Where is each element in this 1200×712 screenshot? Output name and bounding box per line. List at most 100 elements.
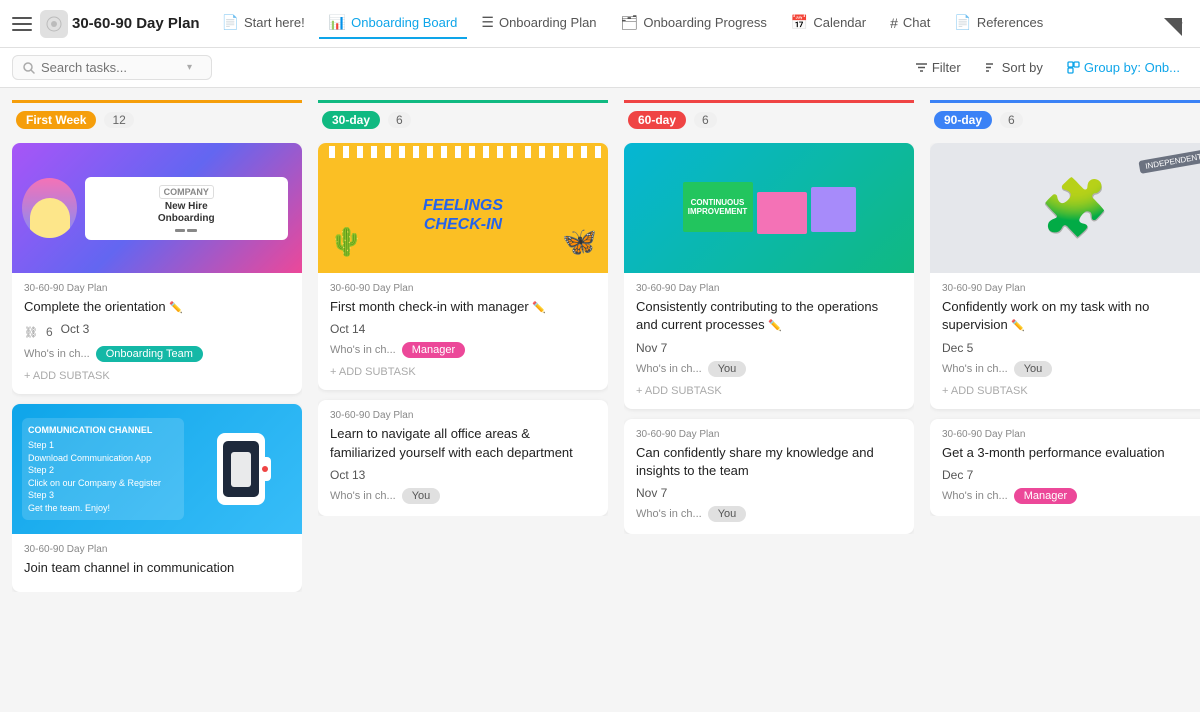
card-meta-6: 30-60-90 Day Plan xyxy=(636,429,902,440)
card-body-6: 30-60-90 Day Plan Can confidently share … xyxy=(624,419,914,534)
column-90day: 90-day 6 🧩 INDEPENDENT 30-60-90 Day Plan xyxy=(930,100,1200,700)
column-30day: 30-day 6 FEELINGSCHECK-IN 🌵 🦋 30-60-90 D… xyxy=(318,100,608,700)
col-badge-first-week: First Week xyxy=(16,111,96,129)
card-work-independently: 🧩 INDEPENDENT 30-60-90 Day Plan Confiden… xyxy=(930,143,1200,409)
col-count-90day: 6 xyxy=(1000,112,1023,128)
card-body-3: 30-60-90 Day Plan First month check-in w… xyxy=(318,273,608,390)
card-who-4: Who's in ch... xyxy=(330,490,396,502)
card-who-7: Who's in ch... xyxy=(942,363,1008,375)
card-footer-8: Who's in ch... Manager xyxy=(942,488,1200,504)
card-share-knowledge: 30-60-90 Day Plan Can confidently share … xyxy=(624,419,914,534)
card-title-7: Confidently work on my task with no supe… xyxy=(942,298,1200,335)
cards-list-30day: FEELINGSCHECK-IN 🌵 🦋 30-60-90 Day Plan F… xyxy=(318,143,608,516)
card-title-8: Get a 3-month performance evaluation xyxy=(942,444,1200,462)
plan-icon: ☰ xyxy=(481,14,494,31)
card-footer-6: Who's in ch... You xyxy=(636,506,902,522)
card-footer-3: Who's in ch... Manager xyxy=(330,342,596,358)
card-title-2: Join team channel in communication xyxy=(24,559,290,577)
card-meta-3: 30-60-90 Day Plan xyxy=(330,283,596,294)
card-badge-4: You xyxy=(402,488,441,504)
sort-icon xyxy=(985,61,998,74)
card-date-5: Nov 7 xyxy=(636,341,902,355)
app-icon xyxy=(40,10,68,38)
search-input[interactable] xyxy=(41,60,181,75)
card-body-7: 30-60-90 Day Plan Confidently work on my… xyxy=(930,273,1200,409)
card-body-1: 30-60-90 Day Plan Complete the orientati… xyxy=(12,273,302,394)
card-join-team: COMMUNICATION CHANNEL Step 1 Download Co… xyxy=(12,404,302,591)
subtask-icon-1: ⛓ xyxy=(24,326,38,339)
col-header-60day: 60-day 6 xyxy=(624,100,914,135)
add-subtask-5[interactable]: + ADD SUBTASK xyxy=(636,381,902,401)
edit-icon-1[interactable]: ✏️ xyxy=(169,302,183,314)
card-body-8: 30-60-90 Day Plan Get a 3-month performa… xyxy=(930,419,1200,516)
card-sub-row-1: ⛓ 6 Oct 3 xyxy=(24,322,290,342)
filter-button[interactable]: Filter xyxy=(907,56,969,79)
tab-onboarding-board[interactable]: 📊 Onboarding Board xyxy=(319,8,468,39)
toolbar: ▾ Filter Sort by Group by: Onb... xyxy=(0,48,1200,88)
tab-onboarding-progress[interactable]: 🗂 Onboarding Progress xyxy=(611,8,777,39)
board-icon: 📊 xyxy=(329,14,346,31)
add-subtask-1[interactable]: + ADD SUBTASK xyxy=(24,366,290,386)
edit-icon-5[interactable]: ✏️ xyxy=(768,320,782,332)
card-footer-4: Who's in ch... You xyxy=(330,488,596,504)
col-badge-30day: 30-day xyxy=(322,111,380,129)
card-who-8: Who's in ch... xyxy=(942,490,1008,502)
col-count-30day: 6 xyxy=(388,112,411,128)
card-badge-3: Manager xyxy=(402,342,465,358)
search-box[interactable]: ▾ xyxy=(12,55,212,80)
card-who-6: Who's in ch... xyxy=(636,508,702,520)
group-icon xyxy=(1067,61,1080,74)
card-date-7: Dec 5 xyxy=(942,341,1200,355)
tab-onboarding-plan[interactable]: ☰ Onboarding Plan xyxy=(471,8,606,39)
card-badge-5: You xyxy=(708,361,747,377)
edit-icon-3[interactable]: ✏️ xyxy=(532,302,546,314)
hamburger-menu[interactable] xyxy=(8,10,36,38)
add-subtask-7[interactable]: + ADD SUBTASK xyxy=(942,381,1200,401)
cards-list-90day: 🧩 INDEPENDENT 30-60-90 Day Plan Confiden… xyxy=(930,143,1200,516)
cards-list-first-week: COMPANY New HireOnboarding 30 xyxy=(12,143,302,592)
col-header-first-week: First Week 12 xyxy=(12,100,302,135)
edit-icon-7[interactable]: ✏️ xyxy=(1011,320,1025,332)
tab-calendar[interactable]: 📅 Calendar xyxy=(781,8,876,39)
column-first-week: First Week 12 COMPANY New HireOnboarding xyxy=(12,100,302,700)
card-title-1: Complete the orientation ✏️ xyxy=(24,298,290,316)
card-complete-orientation: COMPANY New HireOnboarding 30 xyxy=(12,143,302,394)
app-title: 30-60-90 Day Plan xyxy=(72,15,200,32)
card-performance-eval: 30-60-90 Day Plan Get a 3-month performa… xyxy=(930,419,1200,516)
tab-chat[interactable]: # Chat xyxy=(880,9,940,39)
references-icon: 📄 xyxy=(954,14,971,31)
column-60day: 60-day 6 CONTINUOUSIMPROVEMENT 30-60-90 … xyxy=(624,100,914,700)
tab-references[interactable]: 📄 References xyxy=(944,8,1053,39)
filter-icon xyxy=(915,61,928,74)
sort-button[interactable]: Sort by xyxy=(977,56,1051,79)
card-badge-6: You xyxy=(708,506,747,522)
start-here-icon: 📄 xyxy=(222,14,239,31)
add-subtask-3[interactable]: + ADD SUBTASK xyxy=(330,362,596,382)
card-title-6: Can confidently share my knowledge and i… xyxy=(636,444,902,480)
card-body-2: 30-60-90 Day Plan Join team channel in c… xyxy=(12,534,302,591)
group-by-button[interactable]: Group by: Onb... xyxy=(1059,56,1188,79)
card-who-5: Who's in ch... xyxy=(636,363,702,375)
card-first-month-checkin: FEELINGSCHECK-IN 🌵 🦋 30-60-90 Day Plan F… xyxy=(318,143,608,390)
top-nav: 30-60-90 Day Plan 📄 Start here! 📊 Onboar… xyxy=(0,0,1200,48)
calendar-icon: 📅 xyxy=(791,14,808,31)
tab-start-here[interactable]: 📄 Start here! xyxy=(212,8,315,39)
card-body-4: 30-60-90 Day Plan Learn to navigate all … xyxy=(318,400,608,515)
card-badge-8: Manager xyxy=(1014,488,1077,504)
card-date-8: Dec 7 xyxy=(942,468,1200,482)
card-meta-5: 30-60-90 Day Plan xyxy=(636,283,902,294)
card-date-3: Oct 14 xyxy=(330,322,596,336)
progress-icon: 🗂 xyxy=(621,14,639,31)
card-footer-1: Who's in ch... Onboarding Team xyxy=(24,346,290,362)
card-title-4: Learn to navigate all office areas & fam… xyxy=(330,425,596,461)
card-meta-4: 30-60-90 Day Plan xyxy=(330,410,596,421)
card-who-1: Who's in ch... xyxy=(24,348,90,360)
col-header-90day: 90-day 6 xyxy=(930,100,1200,135)
col-count-first-week: 12 xyxy=(104,112,133,128)
chat-icon: # xyxy=(890,15,898,31)
card-date-6: Nov 7 xyxy=(636,486,902,500)
card-meta-7: 30-60-90 Day Plan xyxy=(942,283,1200,294)
card-meta-2: 30-60-90 Day Plan xyxy=(24,544,290,555)
card-contributing: CONTINUOUSIMPROVEMENT 30-60-90 Day Plan … xyxy=(624,143,914,409)
card-title-5: Consistently contributing to the operati… xyxy=(636,298,902,335)
